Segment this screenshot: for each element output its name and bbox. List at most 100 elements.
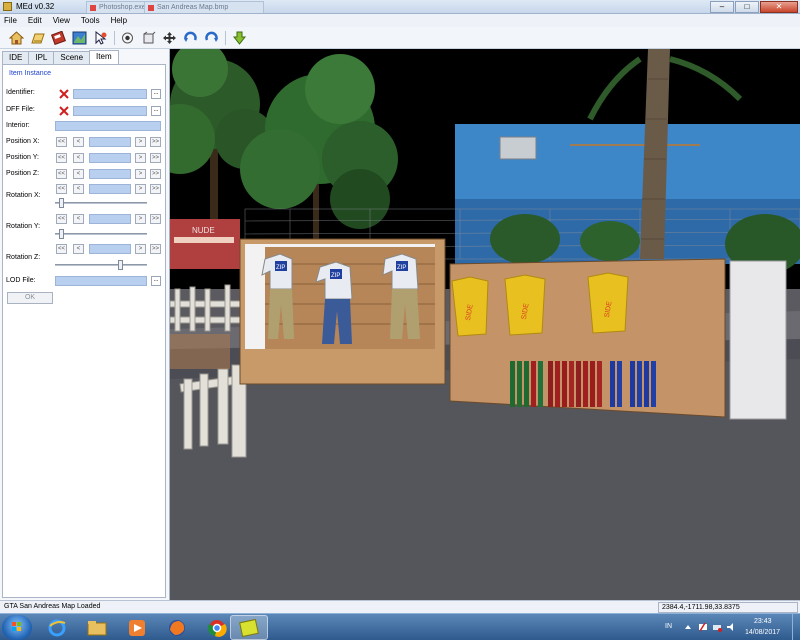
- rotate-right-icon[interactable]: [203, 30, 220, 46]
- box-icon[interactable]: [140, 30, 157, 46]
- position-x-field[interactable]: [89, 137, 131, 147]
- menu-edit[interactable]: Edit: [28, 16, 42, 25]
- rotation-z-label: Rotation Z:: [6, 254, 41, 261]
- start-button[interactable]: [2, 615, 32, 640]
- menu-file[interactable]: File: [4, 16, 17, 25]
- rotation-z-slider[interactable]: [117, 260, 123, 270]
- identifier-browse-button[interactable]: ...: [151, 89, 161, 99]
- menu-view[interactable]: View: [53, 16, 70, 25]
- interior-field[interactable]: [55, 121, 161, 131]
- position-z-right-button[interactable]: >: [135, 169, 146, 179]
- lod-file-field[interactable]: [55, 276, 147, 286]
- clear-icon[interactable]: [59, 89, 69, 99]
- position-x-left-button[interactable]: <: [73, 137, 84, 147]
- download-icon[interactable]: [231, 30, 248, 46]
- rotation-y-slider[interactable]: [59, 229, 65, 239]
- rotation-x-slider-track: [55, 202, 147, 204]
- rotate-left-icon[interactable]: [182, 30, 199, 46]
- maximize-button[interactable]: □: [735, 1, 759, 13]
- dff-file-field[interactable]: [73, 106, 147, 116]
- rotation-y-left-button[interactable]: <: [73, 214, 84, 224]
- rotation-x-field[interactable]: [89, 184, 131, 194]
- save-icon[interactable]: [50, 30, 67, 46]
- rotation-x-right-button[interactable]: >: [135, 184, 146, 194]
- close-button[interactable]: ✕: [760, 1, 798, 13]
- white-panel: [729, 260, 787, 420]
- svg-text:ZIP: ZIP: [397, 265, 406, 271]
- lod-label: LOD File:: [6, 277, 36, 284]
- clock-date[interactable]: 14/08/2017: [745, 629, 780, 636]
- move-icon[interactable]: [161, 30, 178, 46]
- position-z-far-right-button[interactable]: >>: [150, 169, 161, 179]
- position-x-right-button[interactable]: >: [135, 137, 146, 147]
- rotation-x-slider[interactable]: [59, 198, 65, 208]
- rotation-x-left-button[interactable]: <: [73, 184, 84, 194]
- firefox-icon[interactable]: [158, 615, 196, 640]
- dff-browse-button[interactable]: ...: [151, 106, 161, 116]
- position-y-field[interactable]: [89, 153, 131, 163]
- 3d-viewport[interactable]: NUDE ZIP ZIP ZIP SIDE SIDE SIDE: [170, 49, 800, 600]
- position-z-left-button[interactable]: <: [73, 169, 84, 179]
- internet-explorer-icon[interactable]: [38, 615, 76, 640]
- toolbar: [0, 27, 800, 49]
- menu-tools[interactable]: Tools: [81, 16, 100, 25]
- rotation-y-label: Rotation Y:: [6, 223, 41, 230]
- title-bar: MEd v0.32 Photoshop.exe (3 Wh... San And…: [0, 0, 800, 14]
- position-x-far-left-button[interactable]: <<: [56, 137, 67, 147]
- map-icon[interactable]: [71, 30, 88, 46]
- tab-scene[interactable]: Scene: [53, 51, 91, 64]
- language-indicator[interactable]: IN: [665, 623, 672, 630]
- menu-help[interactable]: Help: [111, 16, 127, 25]
- group-title: Item Instance: [9, 70, 52, 77]
- position-y-far-left-button[interactable]: <<: [56, 153, 67, 163]
- network-icon[interactable]: [712, 622, 722, 632]
- rotation-x-far-left-button[interactable]: <<: [56, 184, 67, 194]
- minimize-button[interactable]: –: [710, 1, 734, 13]
- hanging-garments: [510, 361, 656, 407]
- rotation-y-far-left-button[interactable]: <<: [56, 214, 67, 224]
- point-icon[interactable]: [119, 30, 136, 46]
- show-desktop-button[interactable]: [792, 614, 800, 640]
- position-y-right-button[interactable]: >: [135, 153, 146, 163]
- position-z-far-left-button[interactable]: <<: [56, 169, 67, 179]
- rotation-z-left-button[interactable]: <: [73, 244, 84, 254]
- rotation-z-right-button[interactable]: >: [135, 244, 146, 254]
- open-icon[interactable]: [29, 30, 46, 46]
- rotation-z-field[interactable]: [89, 244, 131, 254]
- tab-ide[interactable]: IDE: [2, 51, 30, 64]
- identifier-label: Identifier:: [6, 89, 35, 96]
- clear-icon[interactable]: [59, 106, 69, 116]
- action-center-icon[interactable]: [698, 622, 708, 632]
- rotation-z-far-right-button[interactable]: >>: [150, 244, 161, 254]
- select-icon[interactable]: [92, 30, 109, 46]
- system-tray: IN 23:43 14/08/2017: [660, 614, 800, 640]
- show-hidden-icons-icon[interactable]: [684, 623, 692, 631]
- scene-render: NUDE ZIP ZIP ZIP SIDE SIDE SIDE: [170, 49, 800, 600]
- med-icon[interactable]: [230, 615, 268, 640]
- media-player-icon[interactable]: [118, 615, 156, 640]
- position-y-label: Position Y:: [6, 154, 39, 161]
- tab-item[interactable]: Item: [89, 50, 119, 64]
- tab-ipl[interactable]: IPL: [28, 51, 55, 64]
- rotation-y-far-right-button[interactable]: >>: [150, 214, 161, 224]
- volume-icon[interactable]: [726, 622, 736, 632]
- toolbar-separator: [114, 31, 115, 45]
- position-z-field[interactable]: [89, 169, 131, 179]
- rotation-y-right-button[interactable]: >: [135, 214, 146, 224]
- position-y-far-right-button[interactable]: >>: [150, 153, 161, 163]
- interior-label: Interior:: [6, 122, 30, 129]
- position-y-left-button[interactable]: <: [73, 153, 84, 163]
- identifier-field[interactable]: [73, 89, 147, 99]
- lod-browse-button[interactable]: ...: [151, 276, 161, 286]
- properties-panel: IDE IPL Scene Item Item Instance Identif…: [0, 49, 170, 600]
- rotation-x-far-right-button[interactable]: >>: [150, 184, 161, 194]
- rotation-y-field[interactable]: [89, 214, 131, 224]
- rotation-z-far-left-button[interactable]: <<: [56, 244, 67, 254]
- home-icon[interactable]: [8, 30, 25, 46]
- rotation-y-slider-track: [55, 233, 147, 235]
- clothes-display-board: ZIP ZIP ZIP: [239, 238, 446, 385]
- file-explorer-icon[interactable]: [78, 615, 116, 640]
- clock-time[interactable]: 23:43: [754, 618, 772, 625]
- ok-button[interactable]: OK: [7, 292, 53, 304]
- position-x-far-right-button[interactable]: >>: [150, 137, 161, 147]
